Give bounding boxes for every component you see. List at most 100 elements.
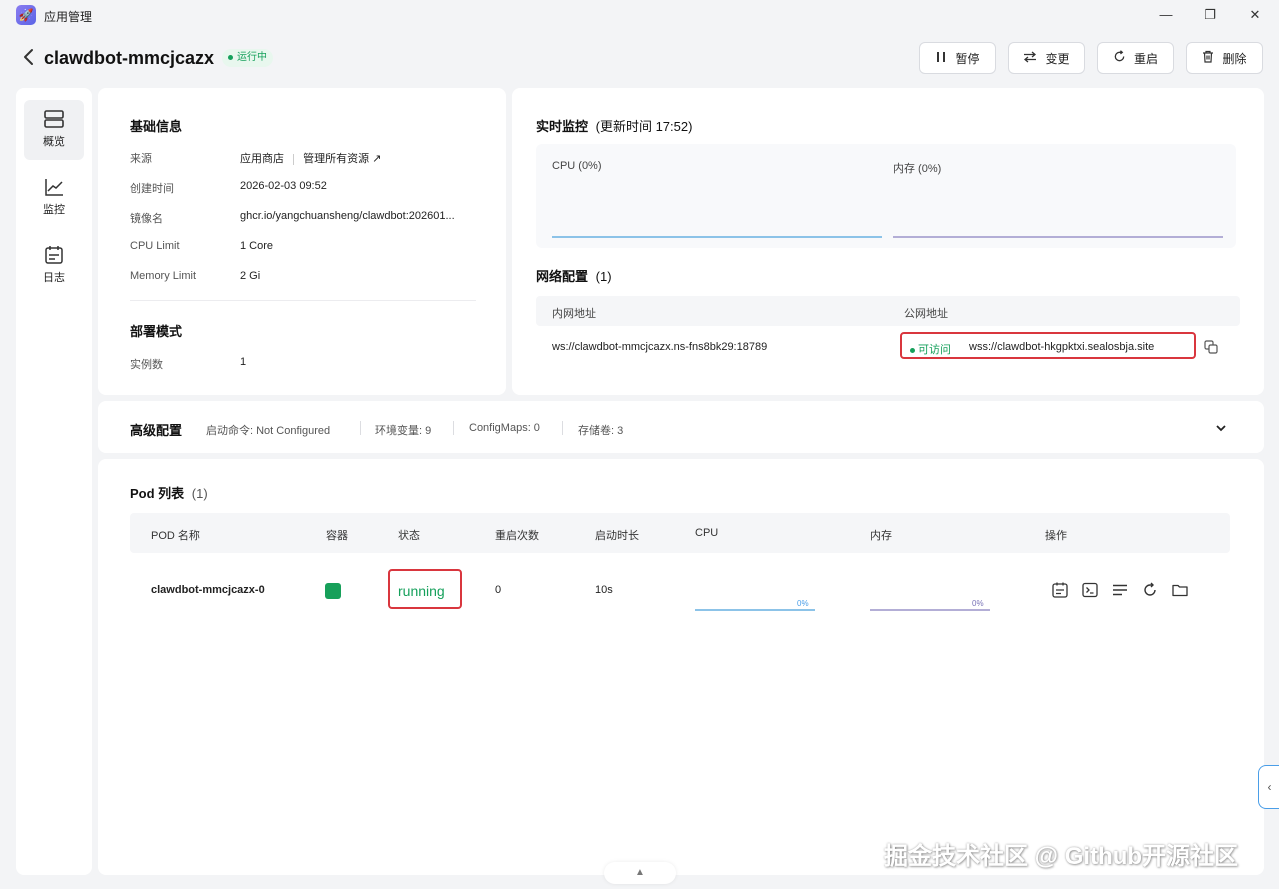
network-count: (1) [595,269,612,284]
monitor-box: CPU (0%) 内存 (0%) [536,144,1236,248]
chevron-down-icon[interactable] [1215,422,1227,436]
page-title: clawdbot-mmcjcazx [44,48,215,68]
sidebar: 概览 监控 日志 [16,88,92,875]
source-label: 来源 [130,153,152,165]
restart-icon[interactable] [1141,581,1159,599]
pause-button-label: 暂停 [955,51,980,66]
col-restarts: 重启次数 [495,530,539,542]
advanced-config-title: 高级配置 [130,423,183,438]
col-status: 状态 [398,530,420,542]
image-label: 镜像名 [130,213,163,225]
copy-icon[interactable] [1204,340,1218,357]
source-value: 应用商店 管理所有资源 ↗ [240,150,381,166]
sidebar-item-overview[interactable]: 概览 [24,100,84,160]
pause-button[interactable]: 暂停 [919,42,996,74]
restart-button-label: 重启 [1133,51,1158,66]
image-value: ghcr.io/yangchuansheng/clawdbot:202601..… [240,210,455,222]
chart-icon [43,176,65,198]
cpu-usage-bar [695,609,815,611]
memory-usage-bar [870,609,990,611]
memory-monitor-line [893,236,1223,238]
pod-table-header: POD 名称 容器 状态 重启次数 启动时长 CPU 内存 操作 [130,513,1230,553]
watermark: 掘金技术社区 @ Github开源社区 [884,843,1239,870]
monitor-title-text: 实时监控 [536,119,589,134]
container-status-square[interactable] [325,583,341,599]
monitor-network-card: 实时监控 (更新时间 17:52) CPU (0%) 内存 (0%) 网络配置 … [512,88,1264,395]
back-arrow-icon[interactable] [22,48,36,70]
cpu-limit-label: CPU Limit [130,240,180,252]
monitor-title: 实时监控 (更新时间 17:52) [536,116,692,135]
terminal-icon[interactable] [1081,581,1099,599]
public-address-header: 公网地址 [904,308,948,320]
memory-monitor-label: 内存 (0%) [893,163,942,175]
log-icon[interactable] [1051,581,1069,599]
change-button-label: 变更 [1045,51,1070,66]
start-command-info: 启动命令: Not Configured [206,425,331,437]
configmaps-info: ConfigMaps: 0 [469,422,540,434]
expand-up-handle[interactable]: ▲ [604,862,676,884]
instances-label: 实例数 [130,359,163,371]
pod-list-card: Pod 列表 (1) POD 名称 容器 状态 重启次数 启动时长 CPU 内存… [98,459,1264,875]
cpu-monitor-label: CPU (0%) [552,160,602,172]
col-pod-name: POD 名称 [151,530,200,542]
col-cpu: CPU [695,527,719,539]
source-value-text: 应用商店 [240,153,284,165]
window-title: 应用管理 [44,10,93,24]
pod-restarts: 0 [495,584,502,596]
manage-resources-link[interactable]: 管理所有资源 ↗ [303,153,381,165]
pod-name[interactable]: clawdbot-mmcjcazx-0 [151,584,265,596]
delete-button-label: 删除 [1222,51,1247,66]
rocket-icon: 🚀 [16,5,36,25]
network-title-text: 网络配置 [536,269,589,284]
col-actions: 操作 [1045,530,1067,542]
chevron-left-icon[interactable]: ‹ [1258,765,1279,809]
sidebar-item-monitor[interactable]: 监控 [24,168,84,228]
highlight-box [900,332,1196,359]
pod-count: (1) [191,486,208,501]
internal-address-header: 内网地址 [552,308,596,320]
internal-address[interactable]: ws://clawdbot-mmcjcazx.ns-fns8bk29:18789 [552,341,767,353]
pod-uptime: 10s [595,584,613,596]
pod-list-title: Pod 列表 (1) [130,483,208,502]
separator [360,421,361,435]
cpu-usage-percent: 0% [797,599,809,608]
network-table-header: 内网地址 公网地址 [536,296,1240,326]
log-icon [43,244,65,266]
highlight-box [388,569,462,609]
network-title: 网络配置 (1) [536,266,612,285]
details-icon[interactable] [1111,581,1129,599]
sidebar-item-label: 概览 [43,136,65,148]
trash-icon [1202,50,1214,66]
monitor-update-time: (更新时间 17:52) [595,119,693,134]
created-value: 2026-02-03 09:52 [240,180,327,192]
restart-button[interactable]: 重启 [1097,42,1174,74]
memory-usage-percent: 0% [972,599,984,608]
divider [130,300,476,301]
cpu-limit-value: 1 Core [240,240,274,252]
col-uptime: 启动时长 [595,530,639,542]
cpu-monitor-line [552,236,882,238]
overview-icon [43,108,65,130]
sidebar-item-label: 监控 [43,204,65,216]
basic-info-card: 基础信息 来源 应用商店 管理所有资源 ↗ 创建时间 2026-02-03 09… [98,88,506,395]
maximize-icon[interactable]: ❐ [1200,6,1220,24]
sidebar-item-label: 日志 [43,272,65,284]
instances-value: 1 [240,356,247,368]
basic-info-title: 基础信息 [130,119,183,134]
minimize-icon[interactable]: — [1156,6,1176,24]
col-memory: 内存 [870,530,892,542]
deploy-mode-title: 部署模式 [130,324,183,339]
advanced-config-card[interactable]: 高级配置 启动命令: Not Configured 环境变量: 9 Config… [98,401,1264,453]
close-icon[interactable]: ✕ [1245,6,1265,24]
window-titlebar: 🚀 应用管理 — ❐ ✕ [0,0,1279,30]
swap-icon [1023,51,1037,66]
pod-list-title-text: Pod 列表 [130,486,185,501]
delete-button[interactable]: 删除 [1186,42,1263,74]
separator [562,421,563,435]
sidebar-item-logs[interactable]: 日志 [24,236,84,296]
status-badge-label: 运行中 [237,52,267,63]
change-button[interactable]: 变更 [1008,42,1085,74]
status-badge: 运行中 [222,49,273,67]
folder-icon[interactable] [1171,581,1189,599]
memory-limit-value: 2 Gi [240,270,261,282]
